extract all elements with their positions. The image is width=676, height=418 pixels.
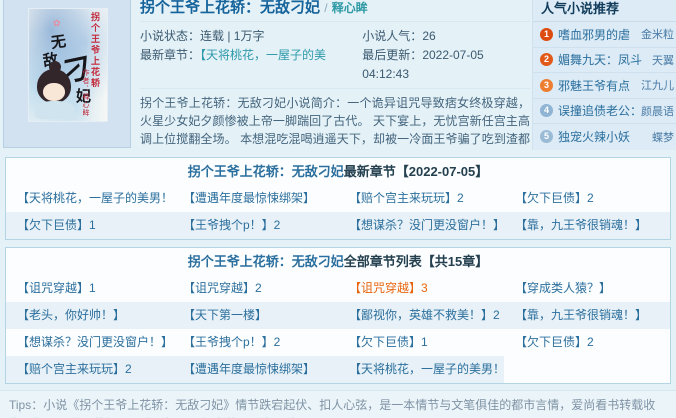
ranking-item[interactable]: 1 嗜血邪男的虐 金米粒 [533, 22, 676, 48]
popularity-label: 小说人气： [362, 29, 423, 43]
ranked-novel-author: 江九儿 [641, 80, 674, 93]
book-author-link[interactable]: 释心眸 [332, 1, 368, 15]
page-title: 拐个王爷上花轿：无敌刁妃 / 释心眸 [140, 0, 530, 22]
book-cover-image[interactable]: ✿ 拐个王爷上花轿 无 敌 刁 妃 作者：释心眸 [29, 9, 107, 121]
book-header-section: ✿ 拐个王爷上花轿 无 敌 刁 妃 作者：释心眸 拐个王爷上花轿：无敌刁妃 / … [0, 0, 676, 150]
latest-chapter-row: 最新章节：【天将桃花，一屋子的美 [140, 46, 362, 84]
status-label: 小说状态： [140, 29, 201, 43]
chapter-link[interactable]: 【欠下巨债】2 [504, 329, 670, 356]
book-meta: 小说状态：连载 | 1万字 小说人气：26 最新章节：【天将桃花，一屋子的美 最… [140, 27, 530, 89]
tips-text: Tips：小说《拐个王爷上花轿：无敌刁妃》情节跌宕起伏、扣人心弦，是一本情节与文… [9, 398, 656, 418]
rank-badge: 1 [540, 27, 553, 41]
updated-row: 最后更新：2022-07-05 04:12:43 [362, 46, 530, 84]
chapter-link[interactable]: 【欠下巨债】2 [504, 185, 670, 212]
latest-chapter-link[interactable]: 【天将桃花，一屋子的美 [200, 48, 326, 62]
rank-badge: 5 [540, 130, 553, 144]
chapter-link[interactable]: 【王爷拽个p！】2 [172, 212, 338, 239]
ranked-novel-title[interactable]: 邪魅王爷有点 [558, 77, 638, 94]
chapter-link[interactable]: 【诅咒穿越】3 [338, 275, 504, 302]
ranked-novel-author: 天翼 [652, 54, 674, 67]
status-value: 连载 | 1万字 [200, 29, 265, 43]
all-chapters-header: 拐个王爷上花轿：无敌刁妃全部章节列表【共15章】 [6, 248, 670, 275]
flower-icon: ✿ [53, 18, 61, 28]
ranking-item[interactable]: 3 邪魅王爷有点 江九儿 [533, 73, 676, 99]
ranking-item[interactable]: 5 独宠火辣小妖 蝶梦 [533, 124, 676, 150]
chapter-link[interactable]: 【想谋杀？没门更没窗户！】 [338, 212, 504, 239]
ranked-novel-title[interactable]: 媚舞九天：凤斗 [558, 51, 649, 68]
cover-vertical-title: 拐个王爷上花轿 [90, 12, 100, 89]
chapter-link[interactable]: 【老头，你好帅！】 [6, 302, 172, 329]
chapter-link[interactable]: 【遭遇年度最惊悚绑架】 [172, 356, 338, 383]
ranked-novel-title[interactable]: 独宠火辣小妖 [558, 128, 649, 145]
chapter-link[interactable]: 【鄙视你，英雄不救美！】2 [338, 302, 504, 329]
popularity-row: 小说人气：26 [362, 27, 530, 46]
chapter-link[interactable]: 【遭遇年度最惊悚绑架】 [172, 185, 338, 212]
chapter-link[interactable]: 【欠下巨债】1 [6, 212, 172, 239]
all-chapters-grid: 【诅咒穿越】1 【诅咒穿越】2 【诅咒穿越】3 【穿成类人猿？】 【老头，你好帅… [6, 275, 670, 383]
empty-cell [504, 356, 670, 383]
ranked-novel-author: 蝶梦 [652, 131, 674, 144]
title-separator: / [324, 1, 328, 15]
header-book-title: 拐个王爷上花轿：无敌刁妃 [187, 164, 344, 179]
tips-footer: Tips：小说《拐个王爷上花轿：无敌刁妃》情节跌宕起伏、扣人心弦，是一本情节与文… [0, 390, 676, 418]
sidebar-header: 人气小说推荐 [533, 0, 676, 22]
popularity-value: 26 [422, 29, 436, 43]
cover-big-char: 无 [49, 33, 68, 52]
latest-chapters-panel: 拐个王爷上花轿：无敌刁妃最新章节【2022-07-05】 【天将桃花，一屋子的美… [5, 157, 671, 240]
chapter-link[interactable]: 【赔个宫主来玩玩】2 [6, 356, 172, 383]
cover-girl-illustration [35, 101, 75, 119]
chapter-link[interactable]: 【诅咒穿越】2 [172, 275, 338, 302]
chapter-link[interactable]: 【想谋杀？没门更没窗户！】 [6, 329, 172, 356]
ranked-novel-title[interactable]: 嗜血邪男的虐 [558, 26, 638, 43]
cover-author-line: 作者：释心眸 [82, 69, 89, 117]
chapter-link[interactable]: 【穿成类人猿？】 [504, 275, 670, 302]
book-intro: 拐个王爷上花轿：无敌刁妃小说简介：一个诡异诅咒导致痞女终极穿越，火星少女妃夕颜惨… [140, 96, 530, 146]
header-book-title: 拐个王爷上花轿：无敌刁妃 [187, 254, 344, 269]
rank-badge: 3 [540, 78, 553, 92]
cover-girl-illustration [43, 83, 65, 101]
chapter-link[interactable]: 【赔个宫主来玩玩】2 [338, 185, 504, 212]
rank-badge: 2 [540, 53, 553, 67]
rank-badge: 4 [540, 104, 553, 118]
latest-chapters-header: 拐个王爷上花轿：无敌刁妃最新章节【2022-07-05】 [6, 158, 670, 185]
chapter-link[interactable]: 【靠，九王爷很销魂！】 [504, 212, 670, 239]
chapter-link[interactable]: 【王爷拽个p！】2 [172, 329, 338, 356]
latest-chapter-label: 最新章节： [140, 48, 201, 62]
latest-chapters-grid: 【天将桃花，一屋子的美男！】 【遭遇年度最惊悚绑架】 【赔个宫主来玩玩】2 【欠… [6, 185, 670, 239]
status-row: 小说状态：连载 | 1万字 [140, 27, 362, 46]
ranking-item[interactable]: 4 误撞追债老公： 颜晨语 [533, 99, 676, 124]
book-title-text: 拐个王爷上花轿：无敌刁妃 [140, 0, 321, 16]
chapter-link[interactable]: 【天将桃花，一屋子的美男！】 [6, 185, 172, 212]
popular-novels-sidebar: 人气小说推荐 1 嗜血邪男的虐 金米粒 2 媚舞九天：凤斗 天翼 3 邪魅王爷有… [532, 0, 676, 150]
ranked-novel-title[interactable]: 误撞追债老公： [558, 102, 638, 119]
ranking-item[interactable]: 2 媚舞九天：凤斗 天翼 [533, 48, 676, 73]
book-info: 拐个王爷上花轿：无敌刁妃 / 释心眸 小说状态：连载 | 1万字 小说人气：26… [140, 0, 530, 150]
chapter-link[interactable]: 【天下第一楼】 [172, 302, 338, 329]
updated-label: 最后更新： [362, 48, 423, 62]
ranked-novel-author: 颜晨语 [641, 105, 674, 118]
ranked-novel-author: 金米粒 [641, 29, 674, 42]
chapter-link[interactable]: 【欠下巨债】1 [338, 329, 504, 356]
chapter-link[interactable]: 【靠，九王爷很销魂！】 [504, 302, 670, 329]
all-chapters-panel: 拐个王爷上花轿：无敌刁妃全部章节列表【共15章】 【诅咒穿越】1 【诅咒穿越】2… [5, 247, 671, 384]
chapter-link[interactable]: 【诅咒穿越】1 [6, 275, 172, 302]
book-cover-panel: ✿ 拐个王爷上花轿 无 敌 刁 妃 作者：释心眸 [3, 0, 131, 148]
header-suffix: 最新章节【2022-07-05】 [343, 164, 489, 179]
header-suffix: 全部章节列表【共15章】 [343, 254, 489, 269]
chapter-link[interactable]: 【天将桃花，一屋子的美男！】 [338, 356, 504, 383]
ranking-list: 1 嗜血邪男的虐 金米粒 2 媚舞九天：凤斗 天翼 3 邪魅王爷有点 江九儿 4… [533, 22, 676, 150]
